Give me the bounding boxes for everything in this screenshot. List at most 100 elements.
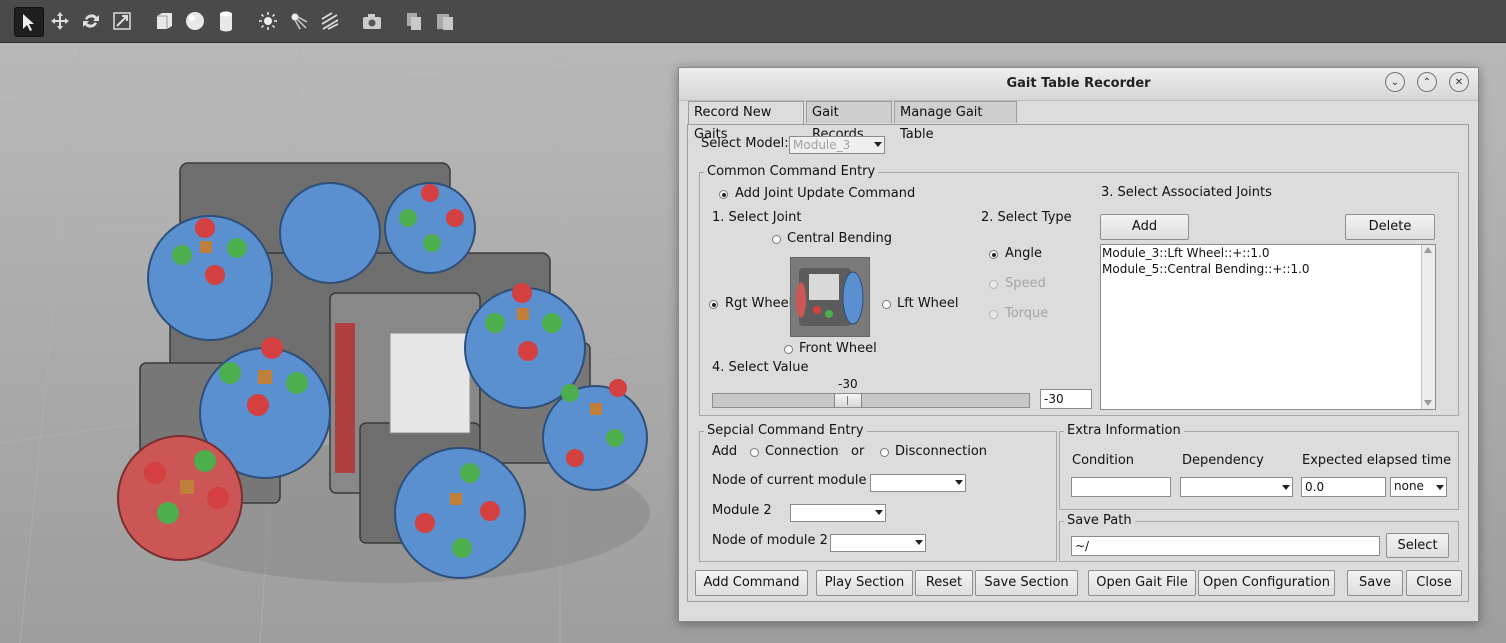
module2-combo[interactable] bbox=[790, 504, 886, 522]
type-torque-radio[interactable] bbox=[989, 310, 998, 319]
module-preview-image bbox=[790, 257, 870, 337]
select-arrow-icon[interactable] bbox=[14, 7, 44, 37]
scale-icon[interactable] bbox=[108, 7, 136, 35]
rgt-wheel-radio[interactable] bbox=[709, 300, 718, 309]
list-scrollbar[interactable] bbox=[1421, 245, 1435, 409]
type-speed-radio[interactable] bbox=[989, 280, 998, 289]
type-angle-radio[interactable] bbox=[989, 250, 998, 259]
select-model-combo[interactable]: Module_3 bbox=[789, 136, 885, 154]
point-light-icon[interactable] bbox=[254, 7, 282, 35]
central-bending-radio[interactable] bbox=[772, 235, 781, 244]
select-path-button[interactable]: Select bbox=[1386, 533, 1449, 558]
add-joint-button[interactable]: Add bbox=[1100, 214, 1189, 240]
copy-icon[interactable] bbox=[400, 7, 428, 35]
tab-record-new-gaits[interactable]: Record New Gaits bbox=[688, 101, 804, 142]
chevron-down-icon bbox=[875, 510, 883, 515]
chevron-down-icon bbox=[874, 142, 882, 147]
type-torque-label: Torque bbox=[1005, 306, 1049, 321]
delete-joint-button[interactable]: Delete bbox=[1345, 214, 1435, 240]
special-command-title: Sepcial Command Entry bbox=[704, 423, 867, 438]
add-command-button[interactable]: Add Command bbox=[695, 570, 808, 596]
condition-input[interactable] bbox=[1071, 477, 1171, 497]
spot-light-icon[interactable] bbox=[285, 7, 313, 35]
camera-icon[interactable] bbox=[358, 7, 386, 35]
reset-button[interactable]: Reset bbox=[915, 570, 973, 596]
tab-manage-gait-table[interactable]: Manage Gait Table bbox=[894, 101, 1017, 142]
connection-label: Connection bbox=[765, 444, 839, 459]
elapsed-time-input[interactable]: 0.0 bbox=[1301, 477, 1386, 497]
gait-table-recorder-dialog: Gait Table Recorder ⌄ ⌃ ✕ Record New Gai… bbox=[678, 67, 1479, 622]
close-button[interactable]: Close bbox=[1406, 570, 1462, 596]
associated-joints-list[interactable]: Module_3::Lft Wheel::+::1.0 Module_5::Ce… bbox=[1100, 244, 1436, 410]
front-wheel-radio[interactable] bbox=[784, 345, 793, 354]
close-window-icon[interactable]: ✕ bbox=[1449, 72, 1469, 92]
node-module2-label: Node of module 2 bbox=[712, 533, 828, 548]
scroll-up-icon[interactable] bbox=[1424, 247, 1432, 253]
node-current-module-combo[interactable] bbox=[870, 474, 966, 492]
slider-value-readout: -30 bbox=[838, 377, 858, 391]
select-value-label: 4. Select Value bbox=[712, 360, 809, 375]
value-slider-track[interactable] bbox=[712, 393, 1030, 408]
condition-label: Condition bbox=[1072, 453, 1135, 468]
node-module2-combo[interactable] bbox=[830, 534, 926, 552]
elapsed-time-label: Expected elapsed time bbox=[1302, 453, 1452, 468]
lft-wheel-label: Lft Wheel bbox=[897, 296, 959, 311]
central-bending-label: Central Bending bbox=[787, 231, 892, 246]
time-unit-combo[interactable]: none bbox=[1390, 477, 1447, 497]
translate-icon[interactable] bbox=[46, 7, 74, 35]
scroll-down-icon[interactable] bbox=[1424, 400, 1432, 406]
select-joint-label: 1. Select Joint bbox=[712, 210, 802, 225]
chevron-down-icon bbox=[915, 540, 923, 545]
value-input[interactable]: -30 bbox=[1040, 389, 1092, 409]
maximize-icon[interactable]: ⌃ bbox=[1417, 72, 1437, 92]
tab-gait-records[interactable]: Gait Records bbox=[806, 101, 892, 142]
select-model-value: Module_3 bbox=[793, 138, 851, 152]
save-button[interactable]: Save bbox=[1347, 570, 1403, 596]
box-icon[interactable] bbox=[150, 7, 178, 35]
open-gait-file-button[interactable]: Open Gait File bbox=[1088, 570, 1196, 596]
save-path-group: Save Path ~/ Select bbox=[1059, 513, 1459, 562]
save-path-input[interactable]: ~/ bbox=[1071, 536, 1380, 556]
special-add-label: Add bbox=[712, 444, 738, 459]
front-wheel-label: Front Wheel bbox=[799, 341, 877, 356]
disconnection-label: Disconnection bbox=[895, 444, 988, 459]
lft-wheel-radio[interactable] bbox=[882, 300, 891, 309]
rgt-wheel-label: Rgt Wheel bbox=[725, 296, 793, 311]
add-joint-update-radio[interactable] bbox=[719, 190, 728, 199]
select-model-label: Select Model: bbox=[701, 136, 789, 151]
connection-radio[interactable] bbox=[750, 448, 759, 457]
chevron-down-icon bbox=[955, 480, 963, 485]
list-item[interactable]: Module_3::Lft Wheel::+::1.0 bbox=[1102, 246, 1269, 260]
special-command-group: Sepcial Command Entry Add Connection or … bbox=[699, 423, 1057, 562]
node-current-module-label: Node of current module bbox=[712, 473, 867, 488]
rotate-icon[interactable] bbox=[77, 7, 105, 35]
record-tab-panel: Select Model: Module_3 Common Command En… bbox=[687, 124, 1469, 602]
list-item[interactable]: Module_5::Central Bending::+::1.0 bbox=[1102, 262, 1310, 276]
paste-icon[interactable] bbox=[431, 7, 459, 35]
directional-light-icon[interactable] bbox=[316, 7, 344, 35]
dialog-titlebar[interactable]: Gait Table Recorder ⌄ ⌃ ✕ bbox=[679, 68, 1478, 101]
common-command-group: Common Command Entry Add Joint Update Co… bbox=[699, 164, 1459, 416]
minimize-icon[interactable]: ⌄ bbox=[1385, 72, 1405, 92]
select-type-label: 2. Select Type bbox=[981, 210, 1072, 225]
type-speed-label: Speed bbox=[1005, 276, 1046, 291]
open-configuration-button[interactable]: Open Configuration bbox=[1198, 570, 1335, 596]
disconnection-radio[interactable] bbox=[880, 448, 889, 457]
dialog-title: Gait Table Recorder bbox=[1006, 76, 1151, 91]
chevron-down-icon bbox=[1436, 485, 1444, 490]
cylinder-icon[interactable] bbox=[212, 7, 240, 35]
module2-label: Module 2 bbox=[712, 503, 772, 518]
dependency-combo[interactable] bbox=[1180, 477, 1293, 497]
extra-information-group: Extra Information Condition Dependency E… bbox=[1059, 423, 1459, 510]
sphere-icon[interactable] bbox=[181, 7, 209, 35]
value-slider-handle[interactable] bbox=[834, 394, 862, 407]
save-section-button[interactable]: Save Section bbox=[975, 570, 1078, 596]
extra-information-title: Extra Information bbox=[1064, 423, 1184, 438]
or-label: or bbox=[851, 444, 865, 459]
save-path-title: Save Path bbox=[1064, 513, 1135, 528]
add-joint-update-label: Add Joint Update Command bbox=[735, 186, 916, 201]
chevron-down-icon bbox=[1282, 485, 1290, 490]
play-section-button[interactable]: Play Section bbox=[816, 570, 913, 596]
dependency-label: Dependency bbox=[1182, 453, 1264, 468]
time-unit-value: none bbox=[1394, 479, 1424, 493]
